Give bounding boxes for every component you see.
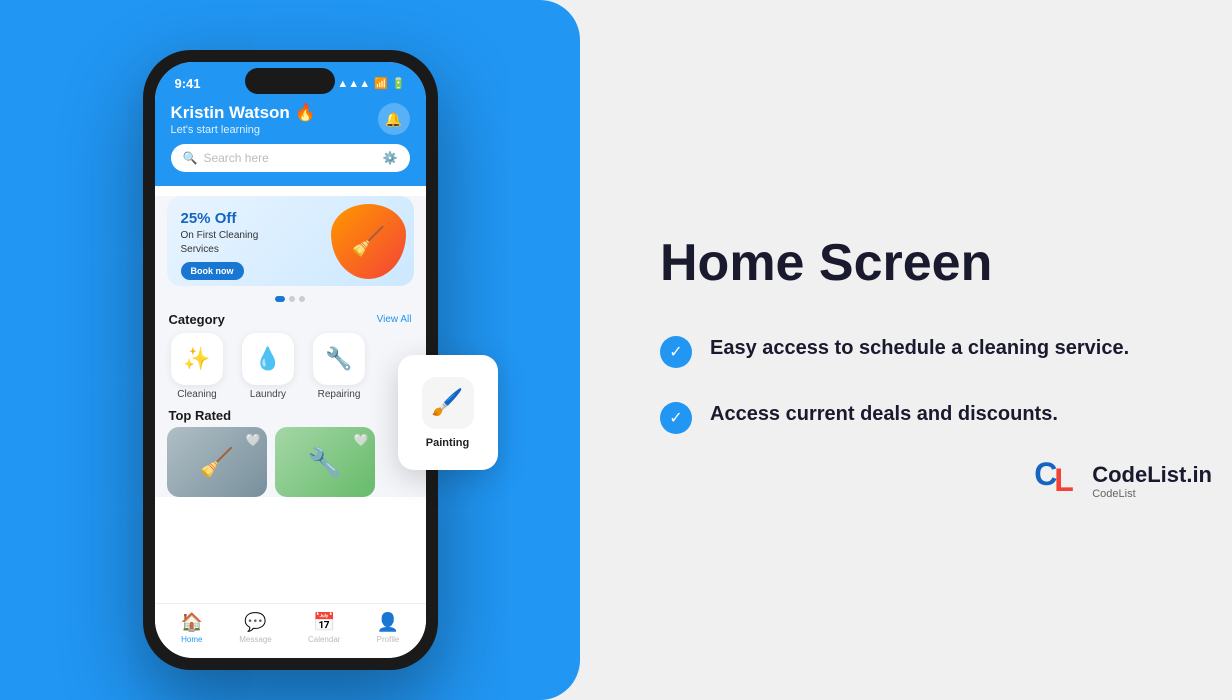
feature-text-2: Access current deals and discounts. <box>710 400 1058 428</box>
status-time: 9:41 <box>175 76 201 91</box>
codelist-logo: C L <box>1034 456 1084 506</box>
check-icon-1: ✓ <box>660 336 692 368</box>
category-list: ✨ Cleaning 💧 Laundry 🔧 Repairing <box>155 333 426 400</box>
check-icon-2: ✓ <box>660 402 692 434</box>
codelist-watermark: C L CodeList.in CodeList <box>1034 456 1212 506</box>
heart-icon-2: 🤍 <box>354 433 369 447</box>
laundry-label: Laundry <box>250 389 286 400</box>
heart-icon-1: 🤍 <box>246 433 261 447</box>
page-title: Home Screen <box>660 234 1152 294</box>
nav-item-message[interactable]: 💬 Message <box>239 612 271 644</box>
feature-text-1: Easy access to schedule a cleaning servi… <box>710 334 1129 362</box>
message-nav-label: Message <box>239 635 271 644</box>
rated-image-2[interactable]: 🔧 🤍 <box>275 427 375 497</box>
search-icon: 🔍 <box>183 151 198 165</box>
phone-header: Kristin Watson 🔥 Let's start learning 🔔 … <box>155 95 426 186</box>
checkmark-2: ✓ <box>669 408 682 428</box>
nav-item-home[interactable]: 🏠 Home <box>181 612 203 644</box>
painting-label: Painting <box>426 437 469 449</box>
signal-icon: ▲▲▲ <box>337 78 370 90</box>
view-all-link[interactable]: View All <box>377 314 412 325</box>
cleaning-label: Cleaning <box>177 389 216 400</box>
dot-2 <box>289 296 295 302</box>
filter-icon[interactable]: ⚙️ <box>383 151 398 165</box>
message-nav-icon: 💬 <box>244 612 266 633</box>
user-row: Kristin Watson 🔥 Let's start learning 🔔 <box>171 103 410 136</box>
repairing-label: Repairing <box>318 389 361 400</box>
rated-images-list: 🧹 🤍 🔧 🤍 <box>155 427 426 497</box>
repairing-icon-box: 🔧 <box>313 333 365 385</box>
promo-banner[interactable]: 25% Off On First CleaningServices Book n… <box>167 196 414 286</box>
banner-image: 🧹 <box>331 204 406 279</box>
cleaning-icon-box: ✨ <box>171 333 223 385</box>
category-section-header: Category View All <box>155 306 426 333</box>
calendar-nav-label: Calendar <box>308 635 340 644</box>
nav-item-calendar[interactable]: 📅 Calendar <box>308 612 340 644</box>
rated-image-1[interactable]: 🧹 🤍 <box>167 427 267 497</box>
bottom-navigation: 🏠 Home 💬 Message 📅 Calendar 👤 Profile <box>155 603 426 658</box>
dot-1 <box>275 296 285 302</box>
profile-nav-label: Profile <box>377 635 400 644</box>
checkmark-1: ✓ <box>669 342 682 362</box>
top-rated-title: Top Rated <box>155 400 426 427</box>
codelist-text-wrap: CodeList.in CodeList <box>1092 462 1212 500</box>
banner-dots <box>155 296 426 306</box>
feature-item-1: ✓ Easy access to schedule a cleaning ser… <box>660 334 1152 368</box>
left-panel: 9:41 ▲▲▲ 📶 🔋 Kristin Watson 🔥 Let's star… <box>0 0 580 700</box>
laundry-icon-box: 💧 <box>242 333 294 385</box>
codelist-sub: CodeList <box>1092 488 1212 500</box>
category-item-repairing[interactable]: 🔧 Repairing <box>307 333 372 400</box>
user-name: Kristin Watson 🔥 <box>171 103 316 123</box>
home-nav-label: Home <box>181 635 202 644</box>
search-bar[interactable]: 🔍 Search here ⚙️ <box>171 144 410 172</box>
book-now-button[interactable]: Book now <box>181 262 244 280</box>
user-subtitle: Let's start learning <box>171 124 316 136</box>
calendar-nav-icon: 📅 <box>313 612 335 633</box>
user-info: Kristin Watson 🔥 Let's start learning <box>171 103 316 136</box>
dot-3 <box>299 296 305 302</box>
wifi-icon: 📶 <box>374 77 388 90</box>
nav-item-profile[interactable]: 👤 Profile <box>377 612 400 644</box>
profile-nav-icon: 👤 <box>377 612 399 633</box>
category-item-cleaning[interactable]: ✨ Cleaning <box>165 333 230 400</box>
painting-tooltip-card: 🖌️ Painting <box>398 355 498 470</box>
phone-screen: 9:41 ▲▲▲ 📶 🔋 Kristin Watson 🔥 Let's star… <box>155 62 426 658</box>
dynamic-island <box>245 68 335 94</box>
phone-frame: 9:41 ▲▲▲ 📶 🔋 Kristin Watson 🔥 Let's star… <box>143 50 438 670</box>
category-item-laundry[interactable]: 💧 Laundry <box>236 333 301 400</box>
status-icons: ▲▲▲ 📶 🔋 <box>337 77 405 90</box>
home-nav-icon: 🏠 <box>181 612 203 633</box>
phone-content: 25% Off On First CleaningServices Book n… <box>155 196 426 497</box>
feature-item-2: ✓ Access current deals and discounts. <box>660 400 1152 434</box>
search-placeholder-text: Search here <box>203 151 382 165</box>
codelist-name: CodeList.in <box>1092 462 1212 488</box>
painting-icon-box: 🖌️ <box>422 377 474 429</box>
battery-icon: 🔋 <box>392 77 406 90</box>
right-panel: Home Screen ✓ Easy access to schedule a … <box>580 174 1232 526</box>
category-title: Category <box>169 312 225 327</box>
notification-button[interactable]: 🔔 <box>378 103 410 135</box>
logo-l-letter: L <box>1054 462 1074 499</box>
